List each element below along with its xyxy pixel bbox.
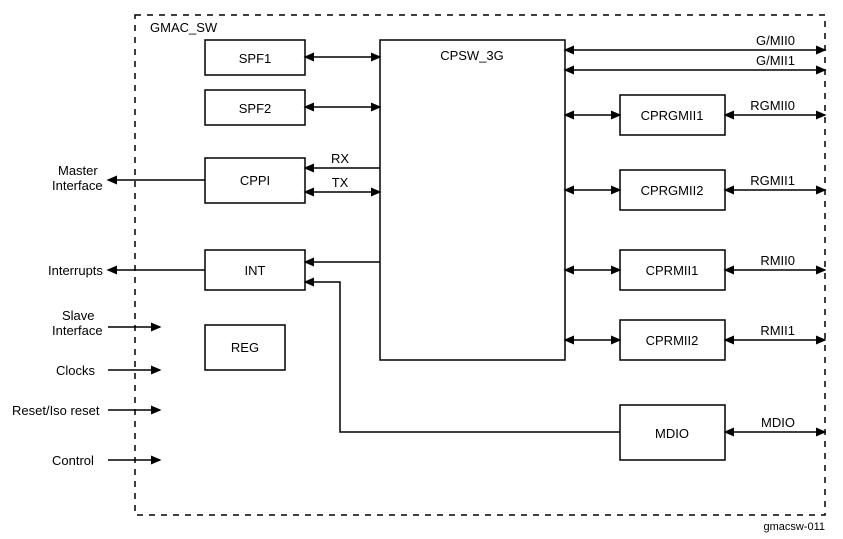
label-cprgmii1: CPRGMII1 — [641, 108, 704, 123]
label-rmii0: RMII0 — [760, 253, 795, 268]
label-mdio: MDIO — [655, 426, 689, 441]
container-label: GMAC_SW — [150, 20, 218, 35]
label-spf2: SPF2 — [239, 101, 272, 116]
block-cpsw-3g — [380, 40, 565, 360]
label-gmii0: G/MII0 — [756, 33, 795, 48]
label-gmii1: G/MII1 — [756, 53, 795, 68]
label-slave2: Interface — [52, 323, 103, 338]
label-rx: RX — [331, 151, 349, 166]
label-master1: Master — [58, 163, 98, 178]
label-tx: TX — [332, 175, 349, 190]
label-reset: Reset/Iso reset — [12, 403, 100, 418]
label-rmii1: RMII1 — [760, 323, 795, 338]
label-control: Control — [52, 453, 94, 468]
label-cprmii2: CPRMII2 — [646, 333, 699, 348]
label-cprmii1: CPRMII1 — [646, 263, 699, 278]
label-spf1: SPF1 — [239, 51, 272, 66]
label-reg: REG — [231, 340, 259, 355]
label-mdio-ext: MDIO — [761, 415, 795, 430]
label-cprgmii2: CPRGMII2 — [641, 183, 704, 198]
figure-id: gmacsw-011 — [763, 521, 825, 533]
label-clocks: Clocks — [56, 363, 96, 378]
label-master2: Interface — [52, 178, 103, 193]
label-slave1: Slave — [62, 308, 95, 323]
label-rgmii1: RGMII1 — [750, 173, 795, 188]
label-interrupts: Interrupts — [48, 263, 103, 278]
label-cpsw-3g: CPSW_3G — [440, 48, 504, 63]
label-cppi: CPPI — [240, 173, 270, 188]
label-rgmii0: RGMII0 — [750, 98, 795, 113]
label-int: INT — [245, 263, 266, 278]
